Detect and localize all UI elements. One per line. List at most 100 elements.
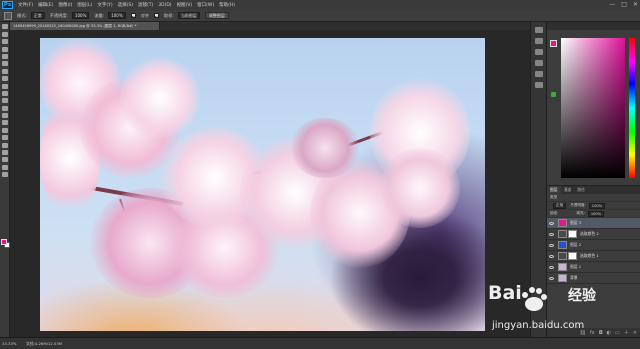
menu-select[interactable]: 选择(S) — [118, 2, 133, 8]
minimize-icon[interactable]: — — [609, 1, 615, 8]
quick-select-tool-icon[interactable] — [2, 46, 8, 52]
close-icon[interactable]: ✕ — [633, 1, 638, 8]
lasso-tool-icon[interactable] — [2, 39, 8, 45]
opacity-label: 不透明度: — [49, 12, 68, 18]
toolbox — [0, 22, 10, 337]
properties-panel-icon[interactable] — [535, 38, 543, 44]
healing-brush-tool-icon[interactable] — [2, 68, 8, 74]
layers-panel-tabs: 图层 通道 路径 — [547, 186, 640, 194]
path-select-tool-icon[interactable] — [2, 142, 8, 148]
layer-row[interactable]: 选取颜色 2 — [547, 229, 640, 240]
zoom-level[interactable]: 33.33% — [2, 341, 16, 346]
tab-paths[interactable]: 路径 — [574, 187, 588, 193]
character-panel-icon[interactable] — [535, 60, 543, 66]
foreground-color-swatch[interactable] — [1, 239, 7, 245]
edit-toolbar-icon[interactable] — [2, 172, 8, 178]
layer-name: 图层 2 — [570, 242, 582, 247]
kind-label: 类型 — [550, 195, 558, 199]
menu-layer[interactable]: 图层(L) — [77, 2, 92, 8]
visibility-eye-icon[interactable] — [549, 221, 554, 225]
menu-type[interactable]: 文字(Y) — [97, 2, 112, 8]
blend-mode-select[interactable]: 正常 — [553, 202, 567, 209]
lock-label: 锁定: — [550, 211, 559, 215]
canvas-workspace[interactable] — [10, 30, 530, 337]
pen-tool-icon[interactable] — [2, 127, 8, 133]
marquee-tool-icon[interactable] — [2, 31, 8, 37]
trash-icon[interactable]: ✕ — [633, 330, 637, 336]
history-panel-icon[interactable] — [535, 27, 543, 33]
mode-select[interactable]: 正常 — [30, 12, 45, 19]
tab-channels[interactable]: 通道 — [561, 187, 575, 193]
visibility-eye-icon[interactable] — [549, 265, 554, 269]
visibility-eye-icon[interactable] — [549, 243, 554, 247]
aligned-checkbox[interactable] — [130, 13, 136, 18]
shape-tool-icon[interactable] — [2, 150, 8, 156]
color-picker-field[interactable] — [561, 38, 625, 178]
brush-panel-icon[interactable] — [535, 49, 543, 55]
visibility-eye-icon[interactable] — [549, 232, 554, 236]
flow-input[interactable]: 100% — [108, 12, 126, 19]
gradient-tool-icon[interactable] — [2, 105, 8, 111]
menu-filter[interactable]: 滤镜(T) — [138, 2, 153, 8]
menu-3d[interactable]: 3D(D) — [158, 3, 171, 8]
cherry-blossom-photo[interactable] — [40, 38, 485, 331]
opacity-input[interactable]: 100% — [71, 12, 90, 19]
sample-checkbox[interactable] — [154, 13, 160, 18]
new-layer-icon[interactable]: ＋ — [624, 329, 629, 336]
layer-mask-thumbnail — [568, 252, 577, 260]
baidu-jingyan-watermark: Bai 经验 jingyan.baidu.com — [488, 276, 618, 336]
layer-name: 选取颜色 2 — [580, 231, 599, 236]
brush-tool-icon[interactable] — [2, 76, 8, 82]
layer-row[interactable]: 选取颜色 1 — [547, 251, 640, 262]
fill-input[interactable]: 100% — [587, 210, 605, 217]
color-panel-header — [547, 22, 640, 30]
tab-strip — [160, 22, 530, 30]
blossom-cluster — [380, 148, 460, 228]
menu-view[interactable]: 视图(V) — [177, 2, 193, 8]
tab-layers[interactable]: 图层 — [547, 186, 561, 194]
options-bar: 模式: 正常 不透明度: 100% 流量: 100% 对齐 取样: 当前图层 调… — [0, 10, 640, 22]
layer-row[interactable]: 图层 3 — [547, 218, 640, 229]
document-tab[interactable]: 1469456999_20160525_160456000.jpg @ 33.3… — [10, 22, 160, 30]
layer-opacity-label: 不透明度: — [570, 203, 586, 207]
move-tool-icon[interactable] — [2, 24, 8, 30]
menu-image[interactable]: 图像(I) — [58, 2, 72, 8]
eyedropper-tool-icon[interactable] — [2, 61, 8, 67]
adjustment-layer-thumbnail — [558, 252, 567, 260]
layer-thumbnail — [558, 241, 567, 249]
menu-file[interactable]: 文件(F) — [18, 2, 33, 8]
hue-slider[interactable] — [629, 38, 635, 178]
dodge-tool-icon[interactable] — [2, 120, 8, 126]
maximize-icon[interactable]: □ — [621, 1, 627, 8]
paragraph-panel-icon[interactable] — [535, 71, 543, 77]
crop-tool-icon[interactable] — [2, 53, 8, 59]
adjustments-panel-icon[interactable] — [535, 82, 543, 88]
hand-tool-icon[interactable] — [2, 157, 8, 163]
clone-stamp-tool-icon[interactable] — [2, 83, 8, 89]
fill-label: 填充: — [576, 211, 585, 215]
tool-preset-icon[interactable] — [4, 11, 12, 20]
visibility-eye-icon[interactable] — [549, 254, 554, 258]
layer-row[interactable]: 图层 2 — [547, 240, 640, 251]
out-of-gamut-icon — [551, 92, 556, 97]
watermark-brand-suffix: 经验 — [568, 288, 596, 304]
history-brush-tool-icon[interactable] — [2, 90, 8, 96]
layer-row[interactable]: 图层 1 — [547, 262, 640, 273]
type-tool-icon[interactable] — [2, 135, 8, 141]
menu-edit[interactable]: 编辑(E) — [38, 2, 53, 8]
sample-select[interactable]: 当前图层 — [177, 12, 200, 19]
zoom-tool-icon[interactable] — [2, 164, 8, 170]
paw-logo-icon — [522, 287, 547, 311]
layer-thumbnail — [558, 219, 567, 227]
adjustment-layer-button[interactable]: 调整图层 — [204, 12, 229, 19]
eraser-tool-icon[interactable] — [2, 98, 8, 104]
watermark-url: jingyan.baidu.com — [492, 320, 585, 331]
menu-window[interactable]: 窗口(W) — [197, 2, 214, 8]
layer-opacity-input[interactable]: 100% — [588, 202, 606, 209]
menu-bar: Ps 文件(F) 编辑(E) 图像(I) 图层(L) 文字(Y) 选择(S) 滤… — [0, 0, 640, 10]
menu-help[interactable]: 帮助(H) — [219, 2, 235, 8]
panel-foreground-swatch[interactable] — [550, 40, 557, 47]
document-info[interactable]: 文档:4.26M/12.03M — [26, 341, 62, 347]
color-panel — [547, 30, 640, 185]
blur-tool-icon[interactable] — [2, 113, 8, 119]
